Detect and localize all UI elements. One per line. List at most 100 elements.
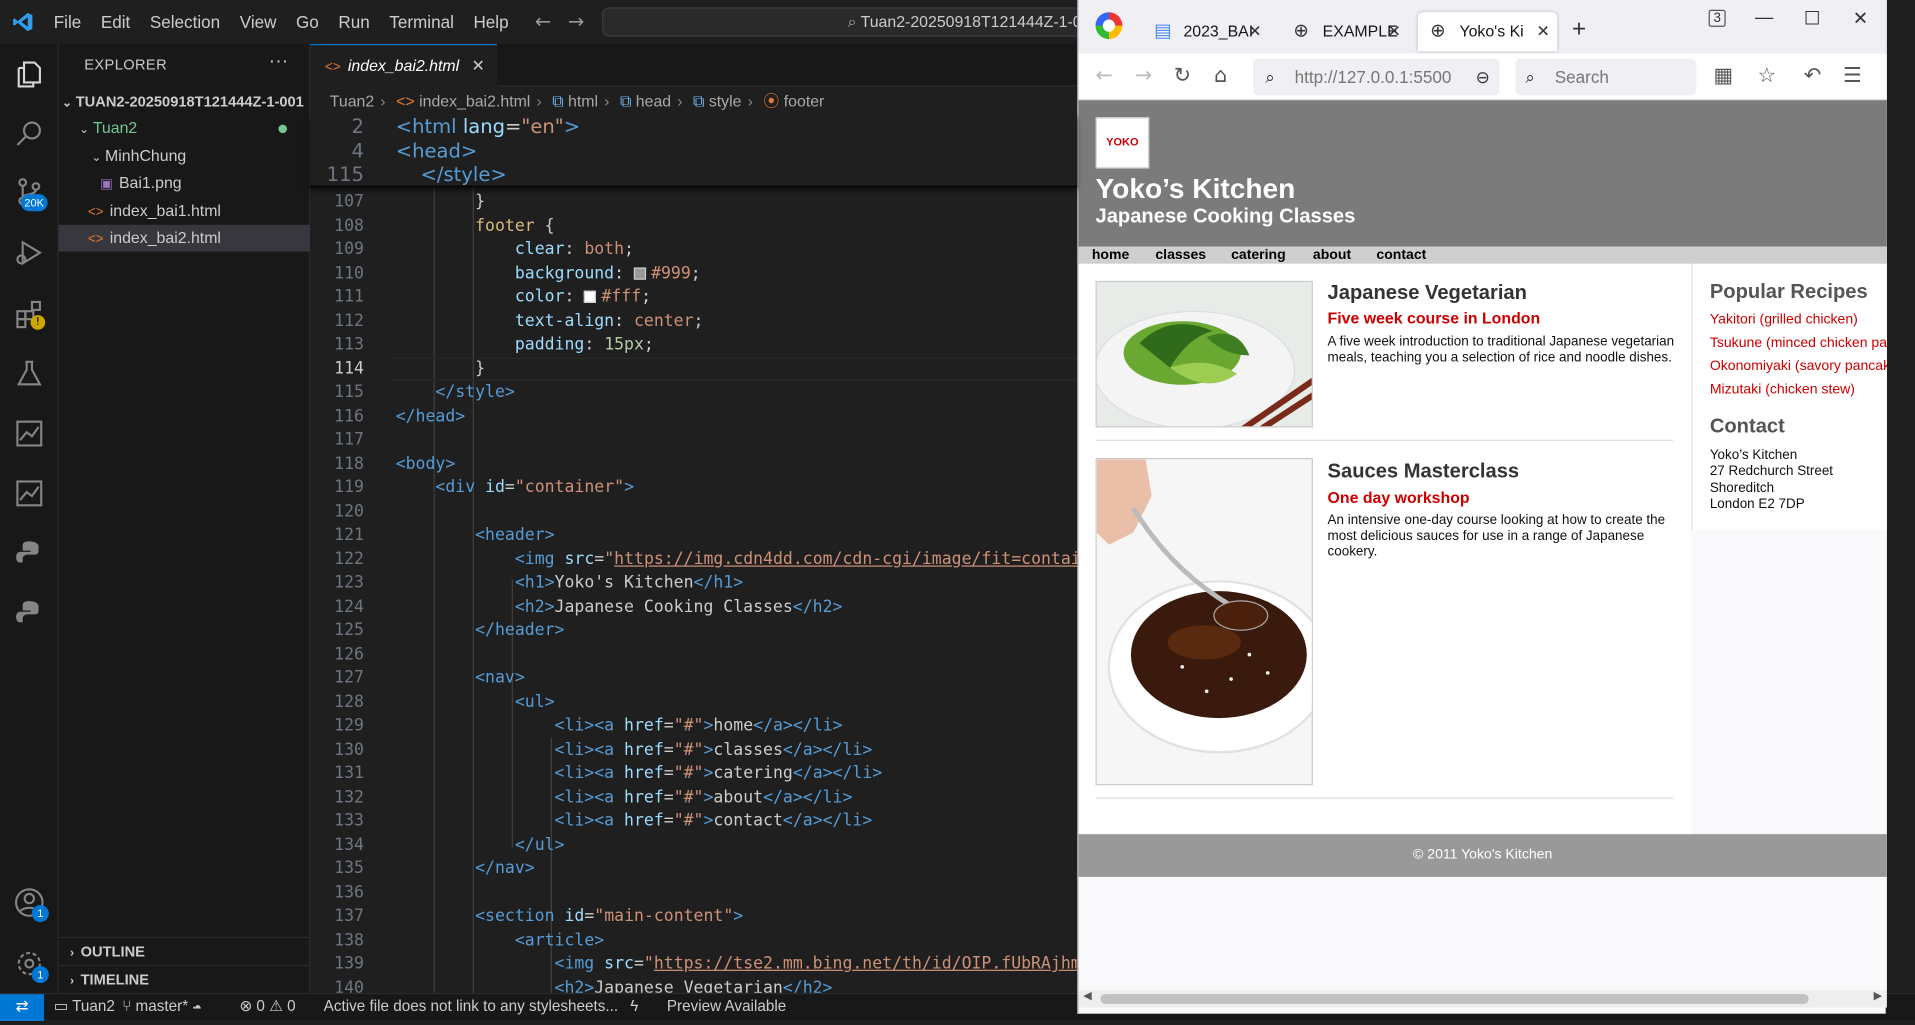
nav-contact[interactable]: contact — [1376, 247, 1426, 264]
menu-file[interactable]: File — [44, 12, 91, 32]
remote-icon[interactable]: ⇄ — [0, 994, 44, 1022]
file-bai1-png[interactable]: ▣ Bai1.png — [59, 170, 311, 197]
nav-about[interactable]: about — [1313, 247, 1351, 264]
menu-selection[interactable]: Selection — [140, 12, 230, 32]
recipe-link[interactable]: Mizutaki (chicken stew) — [1710, 382, 1855, 397]
code-line[interactable]: 114 } — [310, 357, 1078, 382]
folder-minhchung[interactable]: ⌄ MinhChung — [59, 143, 311, 170]
menu-run[interactable]: Run — [329, 12, 380, 32]
code-line[interactable]: 112 text-align: center; — [310, 310, 1077, 334]
code-line[interactable]: 133 <li><a href="#">contact</a></li> — [310, 810, 1077, 834]
status-preview[interactable]: Preview Available — [667, 994, 786, 1020]
code-line[interactable]: 130 <li><a href="#">classes</a></li> — [310, 738, 1077, 762]
code-line[interactable]: 127 <nav> — [310, 667, 1077, 691]
more-actions-icon[interactable]: ··· — [269, 51, 289, 73]
code-line[interactable]: 129 <li><a href="#">home</a></li> — [310, 714, 1077, 738]
menu-edit[interactable]: Edit — [91, 12, 140, 32]
breadcrumb-item[interactable]: Tuan2 — [330, 92, 374, 110]
source-control-icon[interactable]: 20K — [13, 176, 48, 212]
code-line[interactable]: 138 <article> — [310, 929, 1077, 953]
forward-arrow-icon[interactable]: → — [1135, 64, 1152, 88]
forward-arrow-icon[interactable]: → — [568, 10, 584, 33]
breadcrumb-item[interactable]: style — [709, 92, 742, 110]
code-line[interactable]: 131 <li><a href="#">catering</a></li> — [310, 762, 1077, 786]
testing-flask-icon[interactable] — [13, 358, 45, 390]
code-line[interactable]: 110 background: #999; — [310, 262, 1077, 286]
code-line[interactable]: 123 <h1>Yoko's Kitchen</h1> — [310, 572, 1077, 596]
python-2-icon[interactable] — [13, 597, 45, 629]
scrollbar-thumb[interactable] — [1100, 994, 1809, 1004]
recipe-link[interactable]: Yakitori (grilled chicken) — [1710, 313, 1858, 328]
code-line[interactable]: 117 — [310, 429, 1077, 453]
new-tab-plus-icon[interactable]: + — [1572, 16, 1586, 44]
code-line[interactable]: 111 color: #fff; — [310, 286, 1077, 310]
code-line[interactable]: 4 <head> — [310, 139, 1077, 163]
chart-panel-2-icon[interactable] — [13, 478, 45, 510]
code-line[interactable]: 108 footer { — [310, 214, 1077, 238]
close-icon[interactable]: ✕ — [1388, 12, 1401, 51]
code-line[interactable]: 134 </ul> — [310, 834, 1077, 858]
chart-panel-icon[interactable] — [13, 418, 45, 450]
code-line[interactable]: 119 <div id="container"> — [310, 476, 1077, 500]
code-line[interactable]: 128 <ul> — [310, 691, 1077, 715]
code-line[interactable]: 120 — [310, 500, 1077, 524]
nav-classes[interactable]: classes — [1155, 247, 1206, 264]
code-line[interactable]: 122 <img src="https://img.cdn4dd.com/cdn… — [310, 548, 1077, 572]
menu-help[interactable]: Help — [464, 12, 519, 32]
code-line[interactable]: 140 <h2>Japanese Vegetarian</h2> — [310, 976, 1077, 993]
scroll-right-icon[interactable]: ▶ — [1874, 990, 1882, 1002]
home-icon[interactable]: ⌂ — [1214, 64, 1227, 88]
menu-view[interactable]: View — [230, 12, 286, 32]
scroll-left-icon[interactable]: ◀ — [1083, 990, 1091, 1002]
breadcrumb-item[interactable]: head — [636, 92, 671, 110]
timeline-section[interactable]: › TIMELINE — [58, 964, 311, 992]
code-line[interactable]: 113 padding: 15px; — [310, 333, 1077, 357]
nav-home[interactable]: home — [1092, 247, 1129, 264]
browser-search-bar[interactable]: ⌕ Search — [1515, 58, 1697, 96]
status-message[interactable]: Active file does not link to any stylesh… — [324, 994, 618, 1020]
code-line[interactable]: 135 </nav> — [310, 857, 1077, 881]
minimize-icon[interactable]: — — [1755, 7, 1773, 28]
code-line[interactable]: 115 </style> — [310, 162, 1077, 186]
code-line[interactable]: 137 <section id="main-content"> — [310, 905, 1077, 929]
command-center[interactable]: ⌕ Tuan2-20250918T121444Z-1-001 — [602, 7, 1091, 37]
code-line[interactable]: 115 </style> — [310, 381, 1077, 405]
browser-tab-1[interactable]: ▤ 2023_BAI ✕ — [1142, 12, 1269, 51]
close-icon[interactable]: ✕ — [472, 45, 485, 87]
extensions-icon[interactable]: ! — [13, 298, 46, 330]
code-line[interactable]: 118 <body> — [310, 452, 1077, 476]
accounts-icon[interactable]: 1 — [13, 887, 49, 923]
code-line[interactable]: 121 <header> — [310, 524, 1077, 548]
manage-gear-icon[interactable]: 1 — [13, 948, 49, 984]
status-folder[interactable]: ▭ Tuan2 — [54, 994, 115, 1020]
close-window-icon[interactable]: ✕ — [1853, 7, 1868, 30]
menu-hamburger-icon[interactable]: ☰ — [1843, 64, 1862, 88]
browser-tab-3[interactable]: ⊕ Yoko's Ki ✕ — [1417, 12, 1558, 52]
code-line[interactable]: 116 </head> — [310, 405, 1077, 429]
horizontal-scrollbar[interactable]: ◀ ▶ — [1078, 990, 1887, 1008]
outline-section[interactable]: › OUTLINE — [58, 936, 311, 964]
run-debug-icon[interactable] — [13, 237, 45, 269]
code-line[interactable]: 132 <li><a href="#">about</a></li> — [310, 786, 1077, 810]
search-icon[interactable] — [13, 117, 45, 149]
breadcrumb-item[interactable]: index_bai2.html — [419, 92, 530, 110]
code-line[interactable]: 107 } — [310, 191, 1077, 215]
browser-tab-2[interactable]: ⊕ EXAMPLE ✕ — [1281, 12, 1408, 51]
file-index-bai2[interactable]: <> index_bai2.html — [58, 224, 311, 252]
status-branch[interactable]: ⑂ master* ☁ — [122, 994, 201, 1020]
status-problems[interactable]: ⊗ 0 ⚠ 0 — [239, 994, 295, 1020]
tab-counter[interactable]: 3 — [1708, 9, 1726, 27]
code-editor[interactable]: 107 } 108 footer {109 clear: both; 110 bac… — [310, 114, 1078, 993]
explorer-icon[interactable] — [13, 59, 45, 91]
code-line[interactable]: 124 <h2>Japanese Cooking Classes</h2> — [310, 595, 1077, 619]
code-line[interactable]: 2 <html lang="en"> — [310, 115, 1077, 139]
tab-index-bai2[interactable]: <> index_bai2.html ✕ — [310, 43, 498, 87]
breadcrumb-item[interactable]: footer — [784, 92, 825, 110]
file-index-bai1[interactable]: <> index_bai1.html — [59, 198, 311, 225]
bookmarks-icon[interactable]: ☆ — [1757, 64, 1776, 88]
close-icon[interactable]: ✕ — [1248, 12, 1261, 51]
code-line[interactable]: 109 clear: both; — [310, 238, 1077, 262]
back-arrow-icon[interactable]: ← — [1096, 64, 1113, 88]
back-arrow-icon[interactable]: ← — [535, 10, 551, 33]
code-line[interactable]: 136 — [310, 881, 1077, 905]
